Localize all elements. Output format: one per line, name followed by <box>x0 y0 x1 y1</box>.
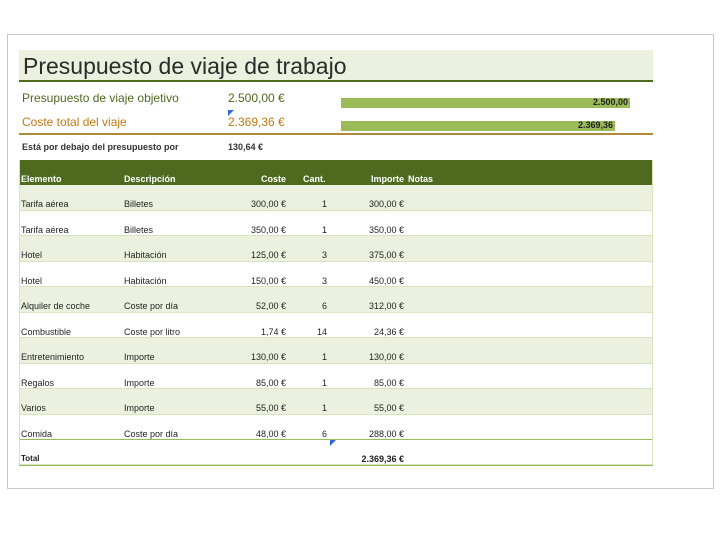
cell-description[interactable]: Billetes <box>124 199 153 209</box>
table-row[interactable]: Hotel Habitación 125,00 € 3 375,00 € <box>19 236 653 262</box>
table-row[interactable]: Comida Coste por día 48,00 € 6 288,00 € <box>19 415 653 440</box>
cell-amount[interactable]: 312,00 € <box>339 301 404 311</box>
under-budget-label: Está por debajo del presupuesto por <box>22 142 179 152</box>
table-row[interactable]: Tarifa aérea Billetes 300,00 € 1 300,00 … <box>19 185 653 211</box>
cell-element[interactable]: Varios <box>21 403 46 413</box>
cell-description[interactable]: Importe <box>124 378 155 388</box>
table-row[interactable]: Varios Importe 55,00 € 1 55,00 € <box>19 389 653 415</box>
cell-description[interactable]: Importe <box>124 352 155 362</box>
table-row[interactable]: Entretenimiento Importe 130,00 € 1 130,0… <box>19 338 653 364</box>
cell-qty[interactable]: 1 <box>309 352 327 362</box>
table-row[interactable]: Hotel Habitación 150,00 € 3 450,00 € <box>19 262 653 287</box>
cell-amount[interactable]: 300,00 € <box>339 199 404 209</box>
comment-indicator-icon <box>330 440 336 446</box>
cell-cost[interactable]: 150,00 € <box>219 276 286 286</box>
cell-amount[interactable]: 24,36 € <box>339 327 404 337</box>
cell-element[interactable]: Tarifa aérea <box>21 225 69 235</box>
cell-amount[interactable]: 350,00 € <box>339 225 404 235</box>
target-budget-bar-label: 2.500,00 <box>592 97 628 107</box>
table-row[interactable]: Regalos Importe 85,00 € 1 85,00 € <box>19 364 653 389</box>
title-band: Presupuesto de viaje de trabajo <box>19 50 653 82</box>
cell-amount[interactable]: 55,00 € <box>339 403 404 413</box>
cell-qty[interactable]: 6 <box>309 301 327 311</box>
cell-description[interactable]: Billetes <box>124 225 153 235</box>
cell-description[interactable]: Coste por día <box>124 301 178 311</box>
cell-description[interactable]: Importe <box>124 403 155 413</box>
cell-element[interactable]: Combustible <box>21 327 71 337</box>
under-budget-value: 130,64 € <box>228 142 264 152</box>
summary-divider <box>19 133 653 135</box>
cell-cost[interactable]: 1,74 € <box>219 327 286 337</box>
header-notes[interactable]: Notas <box>408 174 433 184</box>
cell-cost[interactable]: 55,00 € <box>219 403 286 413</box>
cell-amount[interactable]: 130,00 € <box>339 352 404 362</box>
cell-cost[interactable]: 350,00 € <box>219 225 286 235</box>
cell-amount[interactable]: 288,00 € <box>339 429 404 439</box>
cell-element[interactable]: Hotel <box>21 250 42 260</box>
budget-sheet: Presupuesto de viaje de trabajo Presupue… <box>19 50 653 466</box>
table-row[interactable]: Tarifa aérea Billetes 350,00 € 1 350,00 … <box>19 211 653 236</box>
cell-element[interactable]: Alquiler de coche <box>21 301 90 311</box>
cell-cost[interactable]: 130,00 € <box>219 352 286 362</box>
table-total-row[interactable]: Total 2.369,36 € <box>19 440 653 466</box>
cell-element[interactable]: Hotel <box>21 276 42 286</box>
cell-cost[interactable]: 52,00 € <box>219 301 286 311</box>
header-element[interactable]: Elemento <box>21 174 62 184</box>
cell-element[interactable]: Entretenimiento <box>21 352 84 362</box>
total-cost-bar: 2.369,36 <box>341 120 615 131</box>
target-budget-bar: 2.500,00 <box>341 97 630 108</box>
total-cost-bar-label: 2.369,36 <box>577 120 613 130</box>
cell-amount[interactable]: 450,00 € <box>339 276 404 286</box>
header-cost[interactable]: Coste <box>219 174 286 184</box>
table-row[interactable]: Combustible Coste por litro 1,74 € 14 24… <box>19 313 653 338</box>
page-title: Presupuesto de viaje de trabajo <box>23 53 347 79</box>
cell-description[interactable]: Habitación <box>124 276 167 286</box>
target-budget-label: Presupuesto de viaje objetivo <box>22 91 179 105</box>
cell-qty[interactable]: 1 <box>309 378 327 388</box>
header-qty[interactable]: Cant. <box>303 174 326 184</box>
header-description[interactable]: Descripción <box>124 174 176 184</box>
cell-cost[interactable]: 300,00 € <box>219 199 286 209</box>
cell-qty[interactable]: 14 <box>309 327 327 337</box>
cell-element[interactable]: Tarifa aérea <box>21 199 69 209</box>
cell-element[interactable]: Comida <box>21 429 52 439</box>
header-amount[interactable]: Importe <box>339 174 404 184</box>
cell-description[interactable]: Coste por litro <box>124 327 180 337</box>
target-budget-value[interactable]: 2.500,00 € <box>228 91 285 105</box>
total-cost-value[interactable]: 2.369,36 € <box>228 115 285 129</box>
table-header-row: Elemento Descripción Coste Cant. Importe… <box>19 160 653 185</box>
cell-amount[interactable]: 85,00 € <box>339 378 404 388</box>
cell-qty[interactable]: 1 <box>309 403 327 413</box>
cell-qty[interactable]: 1 <box>309 199 327 209</box>
total-row-amount[interactable]: 2.369,36 € <box>339 454 404 464</box>
cell-qty[interactable]: 3 <box>309 250 327 260</box>
cell-qty[interactable]: 1 <box>309 225 327 235</box>
total-cost-label: Coste total del viaje <box>22 115 127 129</box>
expense-table: Elemento Descripción Coste Cant. Importe… <box>19 160 653 466</box>
cell-qty[interactable]: 3 <box>309 276 327 286</box>
cell-description[interactable]: Habitación <box>124 250 167 260</box>
cell-cost[interactable]: 48,00 € <box>219 429 286 439</box>
cell-element[interactable]: Regalos <box>21 378 54 388</box>
table-row[interactable]: Alquiler de coche Coste por día 52,00 € … <box>19 287 653 313</box>
cell-description[interactable]: Coste por día <box>124 429 178 439</box>
total-row-label: Total <box>21 454 40 463</box>
cell-amount[interactable]: 375,00 € <box>339 250 404 260</box>
cell-qty[interactable]: 6 <box>309 429 327 439</box>
cell-cost[interactable]: 125,00 € <box>219 250 286 260</box>
cell-cost[interactable]: 85,00 € <box>219 378 286 388</box>
